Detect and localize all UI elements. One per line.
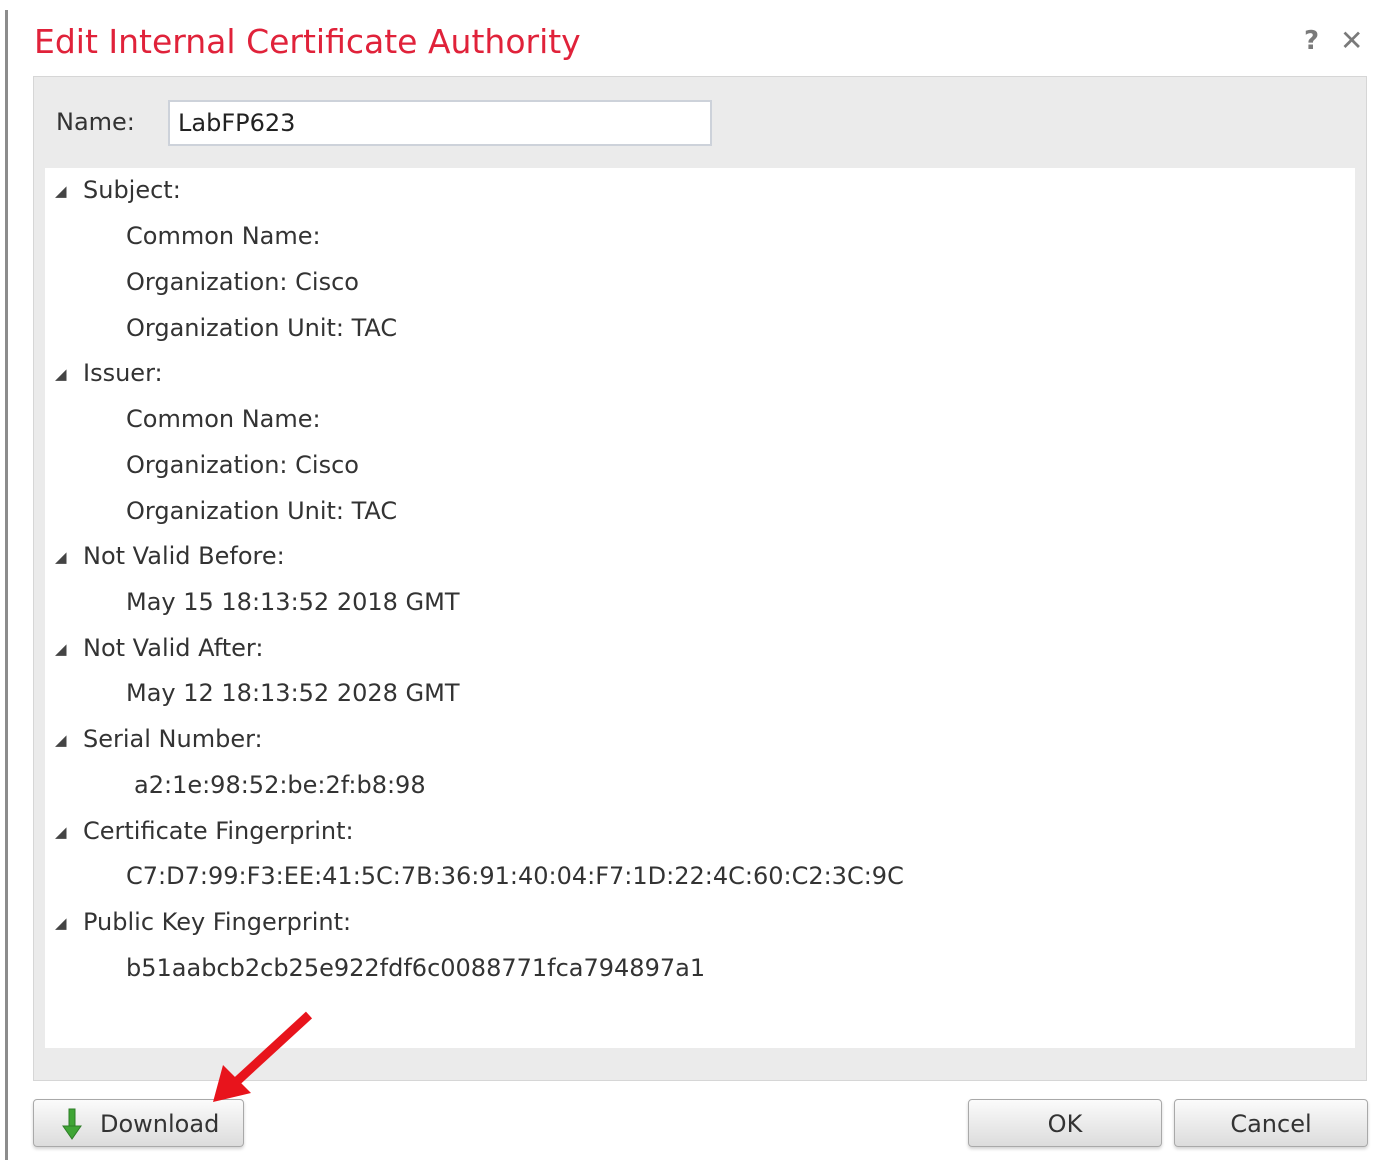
help-icon[interactable]: ?: [1304, 26, 1319, 56]
subject-organization: Organization: Cisco: [126, 268, 359, 296]
section-serial-number-heading: Serial Number:: [83, 725, 263, 753]
close-icon[interactable]: ✕: [1340, 24, 1363, 57]
ok-button[interactable]: OK: [968, 1099, 1162, 1147]
section-issuer-heading: Issuer:: [83, 359, 163, 387]
collapse-triangle-icon[interactable]: ◢: [55, 182, 83, 200]
certificate-fingerprint-value: C7:D7:99:F3:EE:41:5C:7B:36:91:40:04:F7:1…: [126, 862, 904, 890]
subject-organization-unit: Organization Unit: TAC: [126, 314, 398, 342]
collapse-triangle-icon[interactable]: ◢: [55, 914, 83, 932]
collapse-triangle-icon[interactable]: ◢: [55, 823, 83, 841]
issuer-organization-unit: Organization Unit: TAC: [126, 497, 398, 525]
section-subject-heading: Subject:: [83, 176, 181, 204]
collapse-triangle-icon[interactable]: ◢: [55, 731, 83, 749]
section-public-key-fingerprint-heading: Public Key Fingerprint:: [83, 908, 352, 936]
collapse-triangle-icon[interactable]: ◢: [55, 640, 83, 658]
section-certificate-fingerprint[interactable]: ◢ Certificate Fingerprint:: [55, 817, 354, 845]
issuer-organization: Organization: Cisco: [126, 451, 359, 479]
issuer-common-name: Common Name:: [126, 405, 321, 433]
name-input[interactable]: [168, 100, 712, 146]
section-not-valid-after[interactable]: ◢ Not Valid After:: [55, 634, 263, 662]
annotation-red-arrow: [213, 1011, 313, 1102]
section-not-valid-before[interactable]: ◢ Not Valid Before:: [55, 542, 285, 570]
name-label: Name:: [56, 108, 135, 136]
section-certificate-fingerprint-heading: Certificate Fingerprint:: [83, 817, 354, 845]
subject-common-name: Common Name:: [126, 222, 321, 250]
certificate-details: ◢ Subject: Common Name: Organization: Cis…: [45, 168, 1355, 1048]
dialog-title: Edit Internal Certificate Authority: [34, 22, 581, 61]
collapse-triangle-icon[interactable]: ◢: [55, 548, 83, 566]
not-valid-before-value: May 15 18:13:52 2018 GMT: [126, 588, 460, 616]
section-serial-number[interactable]: ◢ Serial Number:: [55, 725, 263, 753]
not-valid-after-value: May 12 18:13:52 2028 GMT: [126, 679, 460, 707]
section-public-key-fingerprint[interactable]: ◢ Public Key Fingerprint:: [55, 908, 351, 936]
section-issuer[interactable]: ◢ Issuer:: [55, 359, 163, 387]
cancel-button[interactable]: Cancel: [1174, 1099, 1368, 1147]
section-not-valid-before-heading: Not Valid Before:: [83, 542, 285, 570]
serial-number-value: a2:1e:98:52:be:2f:b8:98: [134, 771, 426, 799]
cancel-button-label: Cancel: [1230, 1110, 1312, 1138]
section-subject[interactable]: ◢ Subject:: [55, 176, 181, 204]
section-not-valid-after-heading: Not Valid After:: [83, 634, 264, 662]
download-arrow-icon: [62, 1108, 82, 1140]
ok-button-label: OK: [1047, 1110, 1083, 1138]
window-edge: [5, 10, 8, 1160]
download-button-label: Download: [100, 1110, 220, 1138]
public-key-fingerprint-value: b51aabcb2cb25e922fdf6c0088771fca794897a1: [126, 954, 706, 982]
collapse-triangle-icon[interactable]: ◢: [55, 365, 83, 383]
